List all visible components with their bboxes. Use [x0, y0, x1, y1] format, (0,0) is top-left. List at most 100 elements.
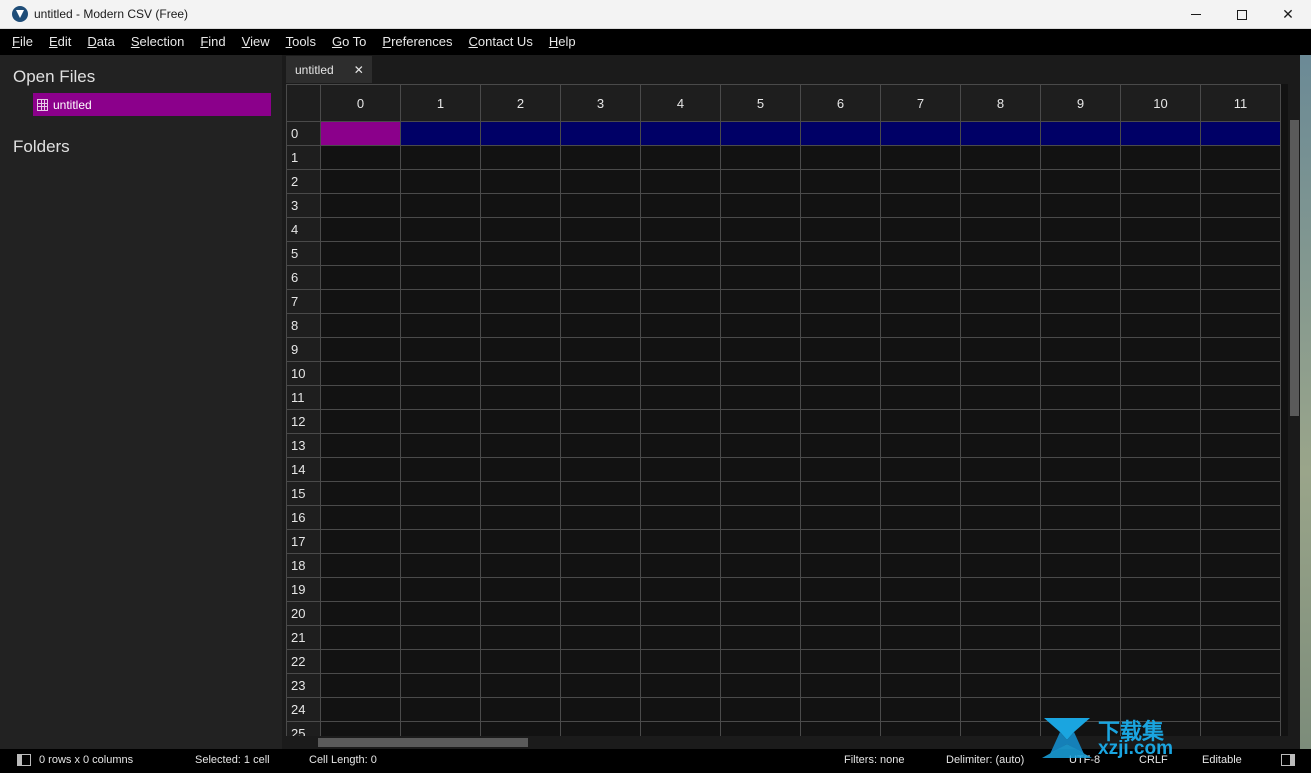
- grid-cell[interactable]: [720, 145, 801, 170]
- row-header[interactable]: 12: [286, 409, 321, 434]
- row-header[interactable]: 6: [286, 265, 321, 290]
- grid-cell[interactable]: [720, 529, 801, 554]
- grid-cell[interactable]: [1200, 433, 1281, 458]
- column-header[interactable]: 9: [1040, 84, 1121, 122]
- grid-cell[interactable]: [1120, 577, 1201, 602]
- status-mode[interactable]: Editable: [1202, 754, 1242, 766]
- grid-cell[interactable]: [480, 529, 561, 554]
- grid-cell[interactable]: [640, 193, 721, 218]
- grid-cell[interactable]: [640, 217, 721, 242]
- menu-find[interactable]: Find: [192, 29, 233, 55]
- row-header[interactable]: 10: [286, 361, 321, 386]
- grid-cell[interactable]: [960, 361, 1041, 386]
- grid-cell[interactable]: [720, 193, 801, 218]
- grid-cell[interactable]: [1200, 121, 1281, 146]
- grid-cell[interactable]: [960, 433, 1041, 458]
- menu-edit[interactable]: Edit: [41, 29, 79, 55]
- grid-cell[interactable]: [400, 505, 481, 530]
- grid-cell[interactable]: [880, 337, 961, 362]
- grid-cell[interactable]: [880, 721, 961, 736]
- grid-cell[interactable]: [800, 697, 881, 722]
- grid-cell[interactable]: [880, 601, 961, 626]
- grid-cell[interactable]: [1120, 145, 1201, 170]
- grid-cell[interactable]: [1200, 649, 1281, 674]
- grid-cell[interactable]: [320, 673, 401, 698]
- menu-preferences[interactable]: Preferences: [374, 29, 460, 55]
- grid-cell[interactable]: [560, 289, 641, 314]
- grid-cell[interactable]: [1200, 241, 1281, 266]
- grid-cell[interactable]: [1040, 673, 1121, 698]
- grid-cell[interactable]: [640, 649, 721, 674]
- grid-cell[interactable]: [400, 217, 481, 242]
- data-grid[interactable]: 0 1 2 3 4 5 6 7 8 9 10 11 0 1 2 3 4 5 6 7 8 9 10 11 12 13 14 15 16 1…: [286, 84, 1288, 736]
- grid-cell[interactable]: [480, 313, 561, 338]
- grid-cell[interactable]: [1120, 241, 1201, 266]
- grid-cell[interactable]: [640, 241, 721, 266]
- column-header[interactable]: 10: [1120, 84, 1201, 122]
- grid-cell[interactable]: [1040, 241, 1121, 266]
- grid-cell[interactable]: [1200, 145, 1281, 170]
- row-header[interactable]: 20: [286, 601, 321, 626]
- grid-cell[interactable]: [720, 601, 801, 626]
- row-header[interactable]: 13: [286, 433, 321, 458]
- grid-cell[interactable]: [640, 121, 721, 146]
- grid-cell[interactable]: [640, 409, 721, 434]
- grid-cell[interactable]: [480, 361, 561, 386]
- grid-cell[interactable]: [320, 289, 401, 314]
- grid-cell[interactable]: [960, 697, 1041, 722]
- grid-cell[interactable]: [320, 217, 401, 242]
- grid-cell[interactable]: [720, 625, 801, 650]
- grid-cell[interactable]: [1040, 553, 1121, 578]
- grid-cell[interactable]: [720, 649, 801, 674]
- grid-cell[interactable]: [1200, 361, 1281, 386]
- grid-cell[interactable]: [960, 721, 1041, 736]
- grid-cell[interactable]: [800, 289, 881, 314]
- grid-cell[interactable]: [1040, 145, 1121, 170]
- grid-cell[interactable]: [1040, 601, 1121, 626]
- grid-cell[interactable]: [480, 433, 561, 458]
- grid-cell[interactable]: [1120, 505, 1201, 530]
- grid-cell[interactable]: [960, 289, 1041, 314]
- grid-cell[interactable]: [1200, 289, 1281, 314]
- grid-cell[interactable]: [480, 145, 561, 170]
- row-header[interactable]: 21: [286, 625, 321, 650]
- grid-cell[interactable]: [880, 625, 961, 650]
- grid-cell[interactable]: [800, 337, 881, 362]
- menu-contact-us[interactable]: Contact Us: [461, 29, 541, 55]
- toggle-sidebar-icon[interactable]: [17, 754, 31, 766]
- grid-cell[interactable]: [480, 721, 561, 736]
- grid-cell[interactable]: [320, 697, 401, 722]
- column-header[interactable]: 11: [1200, 84, 1281, 122]
- grid-cell[interactable]: [880, 481, 961, 506]
- grid-cell[interactable]: [800, 625, 881, 650]
- grid-cell[interactable]: [320, 193, 401, 218]
- grid-cell[interactable]: [480, 385, 561, 410]
- grid-cell[interactable]: [1200, 385, 1281, 410]
- grid-cell[interactable]: [400, 361, 481, 386]
- menu-tools[interactable]: Tools: [278, 29, 324, 55]
- grid-cell[interactable]: [1200, 217, 1281, 242]
- grid-cell[interactable]: [880, 145, 961, 170]
- grid-cell[interactable]: [1040, 577, 1121, 602]
- grid-cell[interactable]: [1120, 289, 1201, 314]
- grid-cell[interactable]: [400, 697, 481, 722]
- grid-cell[interactable]: [880, 265, 961, 290]
- column-header[interactable]: 1: [400, 84, 481, 122]
- grid-cell[interactable]: [560, 505, 641, 530]
- grid-cell[interactable]: [880, 577, 961, 602]
- grid-cell[interactable]: [480, 649, 561, 674]
- grid-cell[interactable]: [560, 265, 641, 290]
- grid-cell[interactable]: [800, 169, 881, 194]
- grid-cell[interactable]: [1120, 217, 1201, 242]
- column-header[interactable]: 0: [320, 84, 401, 122]
- grid-cell[interactable]: [1200, 505, 1281, 530]
- grid-cell[interactable]: [1200, 481, 1281, 506]
- grid-cell[interactable]: [640, 601, 721, 626]
- grid-cell[interactable]: [560, 409, 641, 434]
- row-header[interactable]: 7: [286, 289, 321, 314]
- grid-cell[interactable]: [1200, 265, 1281, 290]
- grid-cell[interactable]: [1200, 601, 1281, 626]
- row-header[interactable]: 9: [286, 337, 321, 362]
- grid-cell[interactable]: [400, 313, 481, 338]
- column-header[interactable]: 7: [880, 84, 961, 122]
